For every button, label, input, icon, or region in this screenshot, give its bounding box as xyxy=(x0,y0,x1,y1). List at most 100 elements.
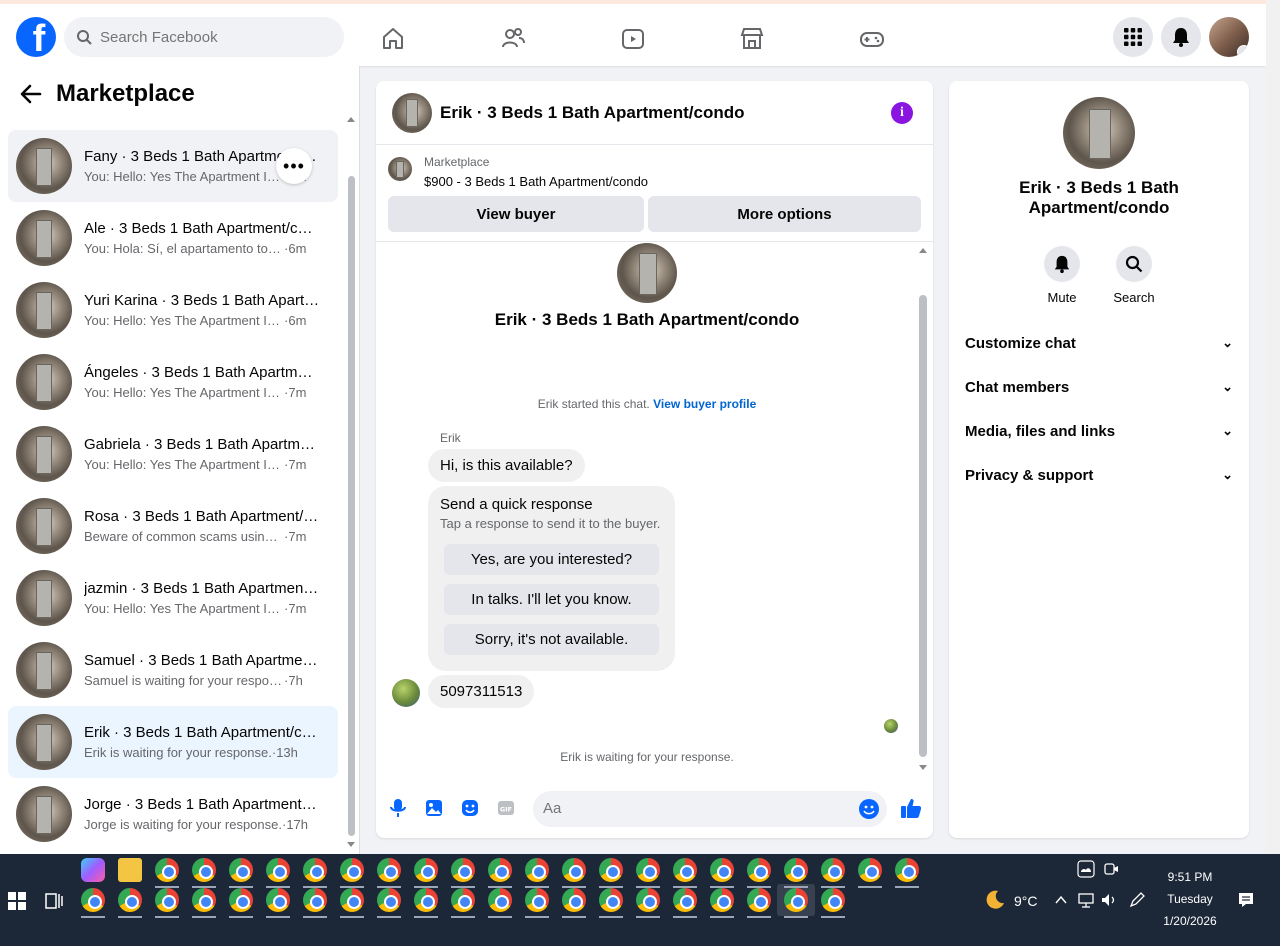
conversation-item[interactable]: Fany · 3 Beds 1 Bath Apartment/condo You… xyxy=(8,130,338,202)
chrome-icon[interactable] xyxy=(673,888,697,912)
chrome-icon[interactable] xyxy=(414,858,438,882)
more-options-button[interactable]: More options xyxy=(648,196,921,232)
info-icon[interactable]: i xyxy=(891,102,913,124)
gif-icon[interactable]: GIF xyxy=(495,797,517,819)
photo-icon[interactable] xyxy=(423,797,445,819)
clock-time[interactable]: 9:51 PM xyxy=(1150,870,1230,884)
scrollbar-thumb[interactable] xyxy=(348,176,355,836)
chrome-icon[interactable] xyxy=(340,888,364,912)
chrome-icon[interactable] xyxy=(155,858,179,882)
copilot-icon[interactable] xyxy=(81,858,105,882)
mute-action[interactable]: Mute xyxy=(1032,246,1092,305)
volume-icon[interactable] xyxy=(1100,891,1118,914)
chrome-icon[interactable] xyxy=(599,858,623,882)
task-view-icon[interactable] xyxy=(44,891,64,916)
conversation-item[interactable]: Ángeles · 3 Beds 1 Bath Apartment/condo … xyxy=(8,346,338,418)
conversation-item-active[interactable]: Erik · 3 Beds 1 Bath Apartment/condo Eri… xyxy=(8,706,338,778)
page-scrollbar[interactable] xyxy=(1266,0,1280,854)
moon-weather-icon[interactable] xyxy=(983,888,1007,917)
conversation-item[interactable]: Samuel · 3 Beds 1 Bath Apartment/condo S… xyxy=(8,634,338,706)
profile-avatar[interactable]: ⌄ xyxy=(1209,17,1249,57)
chrome-icon[interactable] xyxy=(81,888,105,912)
quick-response-option[interactable]: Yes, are you interested? xyxy=(444,544,659,575)
marketplace-icon[interactable] xyxy=(739,26,765,52)
chrome-icon[interactable] xyxy=(451,858,475,882)
chrome-icon[interactable] xyxy=(192,858,216,882)
chrome-icon[interactable] xyxy=(229,858,253,882)
sticker-icon[interactable] xyxy=(459,797,481,819)
more-options-icon[interactable]: ••• xyxy=(276,148,312,184)
chrome-icon[interactable] xyxy=(488,888,512,912)
onedrive-icon[interactable] xyxy=(1077,860,1095,883)
network-icon[interactable] xyxy=(1077,891,1095,914)
chrome-icon[interactable] xyxy=(192,888,216,912)
conversation-item[interactable]: jazmin · 3 Beds 1 Bath Apartment/condo Y… xyxy=(8,562,338,634)
chrome-icon[interactable] xyxy=(710,858,734,882)
quick-response-option[interactable]: In talks. I'll let you know. xyxy=(444,584,659,615)
back-arrow-icon[interactable] xyxy=(20,83,42,105)
chrome-icon[interactable] xyxy=(303,888,327,912)
chat-avatar[interactable] xyxy=(392,92,432,133)
clock-date[interactable]: 1/20/2026 xyxy=(1150,914,1230,928)
like-icon[interactable] xyxy=(899,797,923,819)
clock-day[interactable]: Tuesday xyxy=(1150,892,1230,906)
chrome-icon[interactable] xyxy=(562,888,586,912)
chrome-icon[interactable] xyxy=(858,858,882,882)
chrome-icon[interactable] xyxy=(784,888,808,912)
file-explorer-icon[interactable] xyxy=(118,858,142,882)
quick-response-option[interactable]: Sorry, it's not available. xyxy=(444,624,659,655)
chrome-icon[interactable] xyxy=(488,858,512,882)
chrome-icon[interactable] xyxy=(673,858,697,882)
watch-icon[interactable] xyxy=(620,26,646,52)
conversation-item[interactable]: Ale · 3 Beds 1 Bath Apartment/condo You:… xyxy=(8,202,338,274)
conversation-item[interactable]: Gabriela · 3 Beds 1 Bath Apartment/condo… xyxy=(8,418,338,490)
gaming-icon[interactable] xyxy=(859,26,885,52)
buyer-avatar[interactable] xyxy=(392,679,420,707)
view-buyer-profile-link[interactable]: View buyer profile xyxy=(653,397,756,411)
meet-now-icon[interactable] xyxy=(1102,860,1120,883)
conversation-item[interactable]: Jorge · 3 Beds 1 Bath Apartment/condo Jo… xyxy=(8,778,338,850)
chrome-icon[interactable] xyxy=(821,888,845,912)
chrome-icon[interactable] xyxy=(599,888,623,912)
chrome-icon[interactable] xyxy=(747,888,771,912)
scrollbar-thumb[interactable] xyxy=(919,295,927,757)
chrome-icon[interactable] xyxy=(229,888,253,912)
bell-icon[interactable] xyxy=(1044,246,1080,282)
section-privacy-support[interactable]: Privacy & support ⌄ xyxy=(965,453,1233,497)
section-customize-chat[interactable]: Customize chat ⌄ xyxy=(965,321,1233,365)
chrome-icon[interactable] xyxy=(451,888,475,912)
chrome-icon[interactable] xyxy=(710,888,734,912)
chrome-icon[interactable] xyxy=(895,858,919,882)
message-input[interactable] xyxy=(543,800,843,817)
chrome-icon[interactable] xyxy=(784,858,808,882)
chrome-icon[interactable] xyxy=(562,858,586,882)
chrome-icon[interactable] xyxy=(155,888,179,912)
chrome-icon[interactable] xyxy=(377,858,401,882)
menu-icon[interactable] xyxy=(1113,17,1153,57)
message-input-box[interactable] xyxy=(533,791,887,827)
chrome-icon[interactable] xyxy=(636,888,660,912)
chat-scrollbar[interactable] xyxy=(918,243,928,773)
chrome-icon[interactable] xyxy=(377,888,401,912)
chrome-icon[interactable] xyxy=(340,858,364,882)
search-input[interactable] xyxy=(100,28,320,46)
friends-icon[interactable] xyxy=(500,26,526,52)
chrome-icon[interactable] xyxy=(266,858,290,882)
chrome-icon[interactable] xyxy=(303,858,327,882)
chrome-icon[interactable] xyxy=(266,888,290,912)
chat-title[interactable]: Erik · 3 Beds 1 Bath Apartment/condo xyxy=(440,103,744,123)
temperature[interactable]: 9°C xyxy=(1014,893,1038,909)
search-box[interactable] xyxy=(64,17,344,57)
home-icon[interactable] xyxy=(380,26,406,52)
chrome-icon[interactable] xyxy=(118,888,142,912)
section-media-files-links[interactable]: Media, files and links ⌄ xyxy=(965,409,1233,453)
conversation-item[interactable]: Yuri Karina · 3 Beds 1 Bath Apartment/co… xyxy=(8,274,338,346)
view-buyer-button[interactable]: View buyer xyxy=(388,196,644,232)
chevron-up-icon[interactable] xyxy=(1053,892,1069,913)
notification-center-icon[interactable] xyxy=(1237,891,1255,914)
windows-start-icon[interactable] xyxy=(8,892,26,915)
notifications-icon[interactable] xyxy=(1161,17,1201,57)
conversation-item[interactable]: Rosa · 3 Beds 1 Bath Apartment/condo Bew… xyxy=(8,490,338,562)
section-chat-members[interactable]: Chat members ⌄ xyxy=(965,365,1233,409)
search-action[interactable]: Search xyxy=(1104,246,1164,305)
